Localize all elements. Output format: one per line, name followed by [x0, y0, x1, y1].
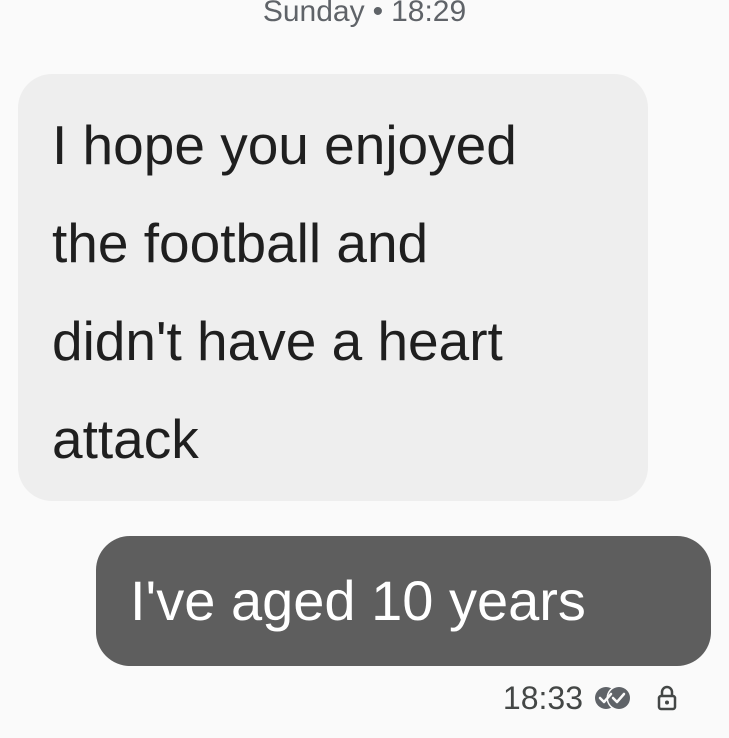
conversation-date-header: Sunday • 18:29 — [0, 0, 729, 32]
date-time: 18:29 — [391, 0, 467, 28]
lock-icon — [657, 685, 677, 711]
date-separator: • — [372, 0, 384, 28]
outgoing-message-text: I've aged 10 years — [130, 569, 586, 632]
read-receipt-icon — [593, 684, 633, 712]
incoming-message-text: I hope you enjoyed the football and didn… — [52, 114, 517, 470]
message-status: 18:33 — [503, 678, 677, 718]
outgoing-message-bubble[interactable]: I've aged 10 years — [96, 536, 711, 666]
incoming-message-bubble[interactable]: I hope you enjoyed the football and didn… — [18, 74, 648, 501]
message-timestamp: 18:33 — [502, 680, 583, 716]
date-day: Sunday — [262, 0, 365, 28]
